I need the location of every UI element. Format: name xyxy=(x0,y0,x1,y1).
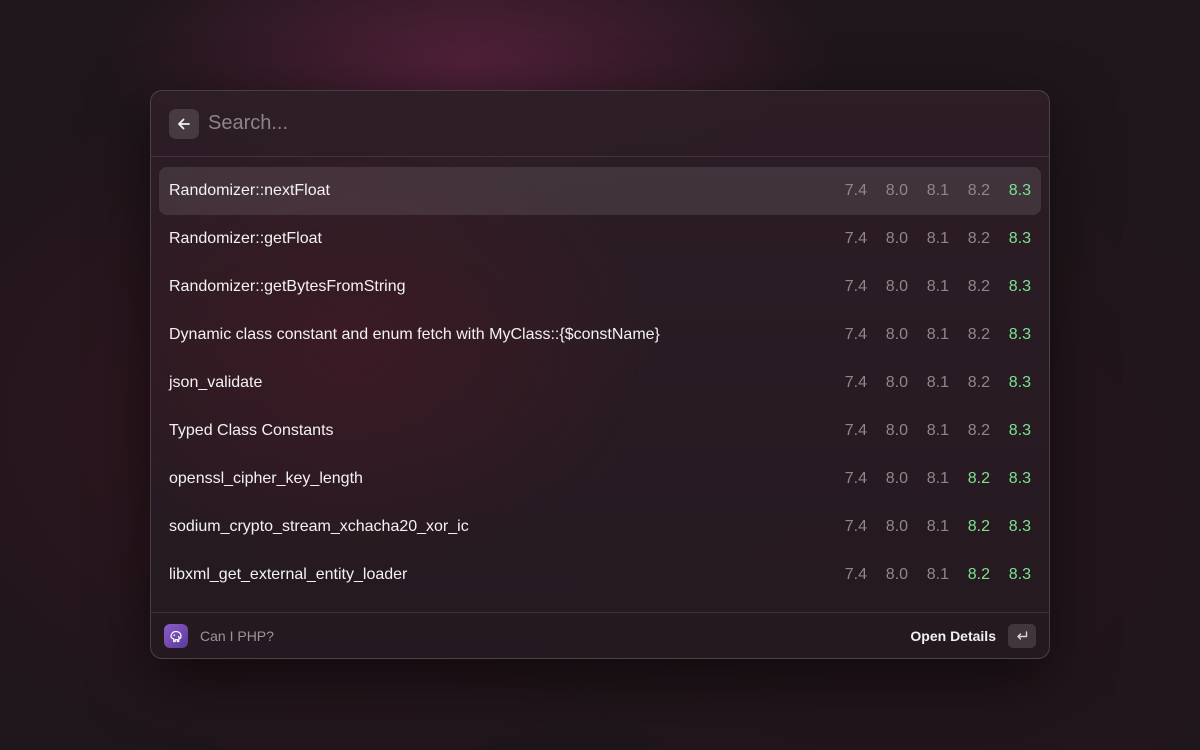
version-badge: 8.3 xyxy=(1008,566,1031,583)
version-badge: 8.1 xyxy=(926,566,949,583)
item-title: Randomizer::nextFloat xyxy=(169,182,330,199)
version-badge: 7.4 xyxy=(844,326,867,343)
item-title: sodium_crypto_stream_xchacha20_xor_ic xyxy=(169,518,469,535)
version-list: 7.4 8.0 8.1 8.2 8.3 xyxy=(826,374,1031,392)
version-list: 7.4 8.0 8.1 8.2 8.3 xyxy=(826,566,1031,584)
list-item[interactable]: json_validate 7.4 8.0 8.1 8.2 8.3 xyxy=(159,359,1041,407)
version-badge: 8.3 xyxy=(1008,182,1031,199)
item-title: Randomizer::getFloat xyxy=(169,230,322,247)
arrow-left-icon xyxy=(178,118,190,129)
version-badge: 8.3 xyxy=(1008,518,1031,535)
app-info: Can I PHP? xyxy=(164,623,274,648)
version-badge: 8.2 xyxy=(967,470,990,487)
version-badge: 8.3 xyxy=(1008,326,1031,343)
version-badge: 8.0 xyxy=(885,230,908,247)
version-badge: 7.4 xyxy=(844,518,867,535)
version-badge: 8.2 xyxy=(967,230,990,247)
item-title: Randomizer::getBytesFromString xyxy=(169,278,406,295)
results-list: Randomizer::nextFloat 7.4 8.0 8.1 8.2 8.3 Rand… xyxy=(151,157,1049,599)
version-list: 7.4 8.0 8.1 8.2 8.3 xyxy=(826,230,1031,248)
version-badge: 8.3 xyxy=(1008,374,1031,391)
back-button[interactable] xyxy=(169,108,199,139)
version-badge: 8.1 xyxy=(926,470,949,487)
return-key-icon[interactable] xyxy=(1008,623,1036,648)
version-badge: 7.4 xyxy=(844,230,867,247)
version-list: 7.4 8.0 8.1 8.2 8.3 xyxy=(826,422,1031,440)
action-bar: Can I PHP? Open Details xyxy=(151,612,1049,658)
list-item[interactable]: Randomizer::getFloat 7.4 8.0 8.1 8.2 8.3 xyxy=(159,215,1041,263)
version-badge: 7.4 xyxy=(844,470,867,487)
item-title: json_validate xyxy=(169,374,263,391)
version-badge: 7.4 xyxy=(844,566,867,583)
search-input[interactable] xyxy=(208,112,1031,135)
version-badge: 7.4 xyxy=(844,278,867,295)
item-title: openssl_cipher_key_length xyxy=(169,470,363,487)
version-list: 7.4 8.0 8.1 8.2 8.3 xyxy=(826,182,1031,200)
php-elephant-icon xyxy=(164,623,188,648)
version-badge: 8.2 xyxy=(967,278,990,295)
list-item[interactable]: Randomizer::getBytesFromString 7.4 8.0 8.1 8… xyxy=(159,263,1041,311)
item-title: libxml_get_external_entity_loader xyxy=(169,566,408,583)
list-item[interactable]: Dynamic class constant and enum fetch wi… xyxy=(159,311,1041,359)
item-title: Typed Class Constants xyxy=(169,422,334,439)
version-badge: 8.2 xyxy=(967,422,990,439)
item-title: Dynamic class constant and enum fetch wi… xyxy=(169,326,660,343)
version-list: 7.4 8.0 8.1 8.2 8.3 xyxy=(826,326,1031,344)
version-badge: 8.1 xyxy=(926,422,949,439)
version-badge: 8.0 xyxy=(885,182,908,199)
version-badge: 8.3 xyxy=(1008,470,1031,487)
version-badge: 8.0 xyxy=(885,518,908,535)
version-badge: 8.2 xyxy=(967,518,990,535)
list-item[interactable]: libxml_get_external_entity_loader 7.4 8.0 8… xyxy=(159,551,1041,599)
version-badge: 8.0 xyxy=(885,422,908,439)
version-badge: 7.4 xyxy=(844,182,867,199)
list-item[interactable]: Typed Class Constants 7.4 8.0 8.1 8.2 8.3 xyxy=(159,407,1041,455)
version-badge: 8.1 xyxy=(926,374,949,391)
version-badge: 8.3 xyxy=(1008,278,1031,295)
version-badge: 8.1 xyxy=(926,326,949,343)
version-badge: 8.3 xyxy=(1008,230,1031,247)
version-list: 7.4 8.0 8.1 8.2 8.3 xyxy=(826,518,1031,536)
version-badge: 8.0 xyxy=(885,374,908,391)
primary-action[interactable]: Open Details xyxy=(910,623,1036,648)
version-list: 7.4 8.0 8.1 8.2 8.3 xyxy=(826,278,1031,296)
version-badge: 8.0 xyxy=(885,566,908,583)
version-badge: 8.2 xyxy=(967,326,990,343)
version-badge: 8.1 xyxy=(926,230,949,247)
version-badge: 8.0 xyxy=(885,470,908,487)
version-badge: 8.1 xyxy=(926,518,949,535)
app-name: Can I PHP? xyxy=(200,627,274,644)
version-badge: 7.4 xyxy=(844,374,867,391)
version-badge: 8.0 xyxy=(885,326,908,343)
search-bar xyxy=(151,91,1049,157)
command-palette-window: Randomizer::nextFloat7.48.08.18.28.3Rand… xyxy=(150,90,1050,659)
version-badge: 8.2 xyxy=(967,566,990,583)
version-badge: 8.3 xyxy=(1008,422,1031,439)
version-badge: 8.2 xyxy=(967,182,990,199)
list-item[interactable]: Randomizer::nextFloat 7.4 8.0 8.1 8.2 8.3 xyxy=(159,167,1041,215)
open-details-button[interactable]: Open Details xyxy=(910,628,996,644)
version-badge: 8.1 xyxy=(926,182,949,199)
version-badge: 8.0 xyxy=(885,278,908,295)
list-item[interactable]: openssl_cipher_key_length 7.4 8.0 8.1 8.2 8.3 xyxy=(159,455,1041,503)
version-list: 7.4 8.0 8.1 8.2 8.3 xyxy=(826,470,1031,488)
version-badge: 8.1 xyxy=(926,278,949,295)
version-badge: 8.2 xyxy=(967,374,990,391)
version-badge: 7.4 xyxy=(844,422,867,439)
list-item[interactable]: sodium_crypto_stream_xchacha20_xor_ic 7.4… xyxy=(159,503,1041,551)
